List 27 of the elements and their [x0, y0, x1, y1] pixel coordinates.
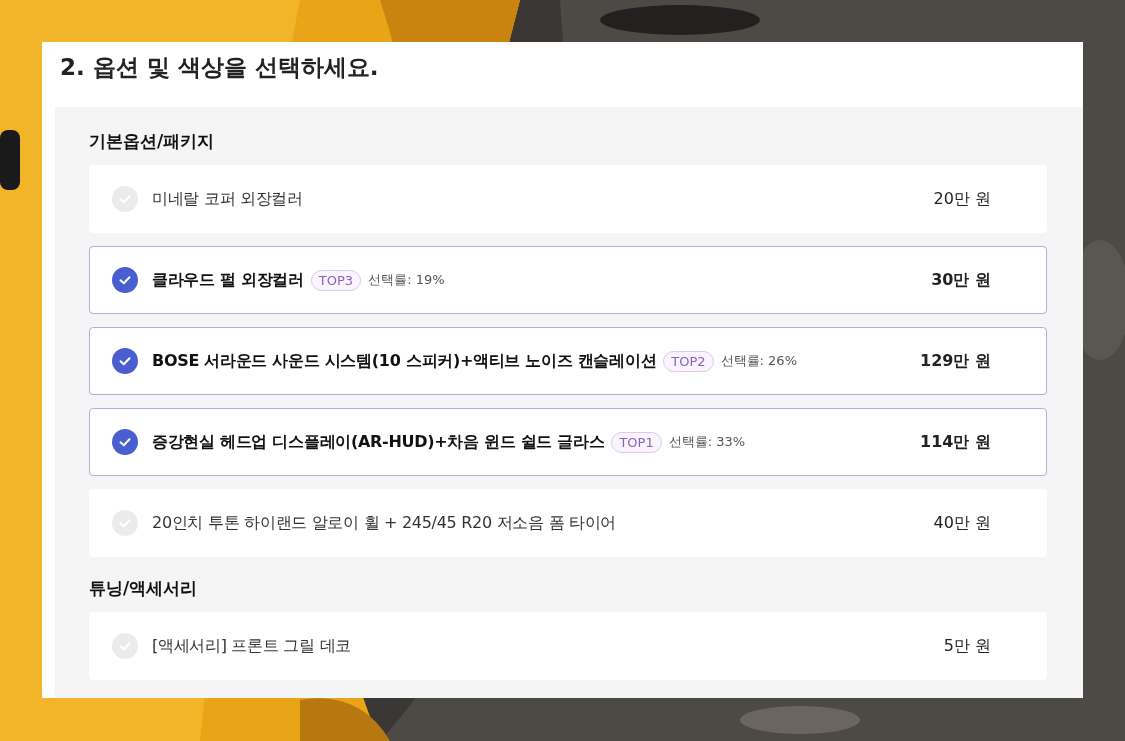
option-name: 클라우드 펄 외장컬러 — [152, 269, 304, 291]
option-name: 미네랄 코퍼 외장컬러 — [152, 188, 303, 210]
option-name: [액세서리] 프론트 그릴 데코 — [152, 635, 351, 657]
option-row[interactable]: 미네랄 코퍼 외장컬러 20만 원 — [89, 165, 1047, 233]
option-price: 129만 원 — [920, 350, 991, 372]
option-price: 40만 원 — [933, 512, 991, 534]
option-price: 20만 원 — [933, 188, 991, 210]
selection-rate: 선택률: 33% — [668, 433, 746, 451]
rank-badge: TOP2 — [663, 350, 714, 372]
option-row[interactable]: 20인치 투톤 하이랜드 알로이 휠 + 245/45 R20 저소음 폼 타이어 40만 원 — [89, 489, 1047, 557]
option-row[interactable]: [액세서리] 프론트 그릴 데코 5만 원 — [89, 612, 1047, 680]
rank-badge: TOP3 — [310, 269, 362, 291]
option-price: 5만 원 — [943, 635, 991, 657]
section-title: 2. 옵션 및 색상을 선택하세요. — [60, 53, 380, 82]
option-name: 20인치 투톤 하이랜드 알로이 휠 + 245/45 R20 저소음 폼 타이어 — [152, 512, 617, 534]
group-heading: 기본옵션/패키지 — [89, 130, 216, 153]
option-row[interactable]: 클라우드 펄 외장컬러 TOP3 선택률: 19% 30만 원 — [89, 246, 1047, 314]
option-row[interactable]: BOSE 서라운드 사운드 시스템(10 스피커)+액티브 노이즈 캔슬레이션 TOP2 선택률: 26% 129만 원 — [89, 327, 1047, 395]
option-price: 114만 원 — [920, 431, 991, 453]
selection-rate: 선택률: 26% — [720, 352, 797, 370]
group-heading: 튜닝/액세서리 — [89, 577, 199, 600]
option-price: 30만 원 — [931, 269, 991, 291]
option-row[interactable]: 증강현실 헤드업 디스플레이(AR-HUD)+차음 윈드 쉴드 글라스 TOP1 선택률: 33% 114만 원 — [89, 408, 1047, 476]
selection-rate: 선택률: 19% — [368, 271, 445, 289]
rank-badge: TOP1 — [611, 431, 662, 453]
option-name: 증강현실 헤드업 디스플레이(AR-HUD)+차음 윈드 쉴드 글라스 — [152, 431, 605, 453]
option-name: BOSE 서라운드 사운드 시스템(10 스피커)+액티브 노이즈 캔슬레이션 — [152, 350, 657, 372]
